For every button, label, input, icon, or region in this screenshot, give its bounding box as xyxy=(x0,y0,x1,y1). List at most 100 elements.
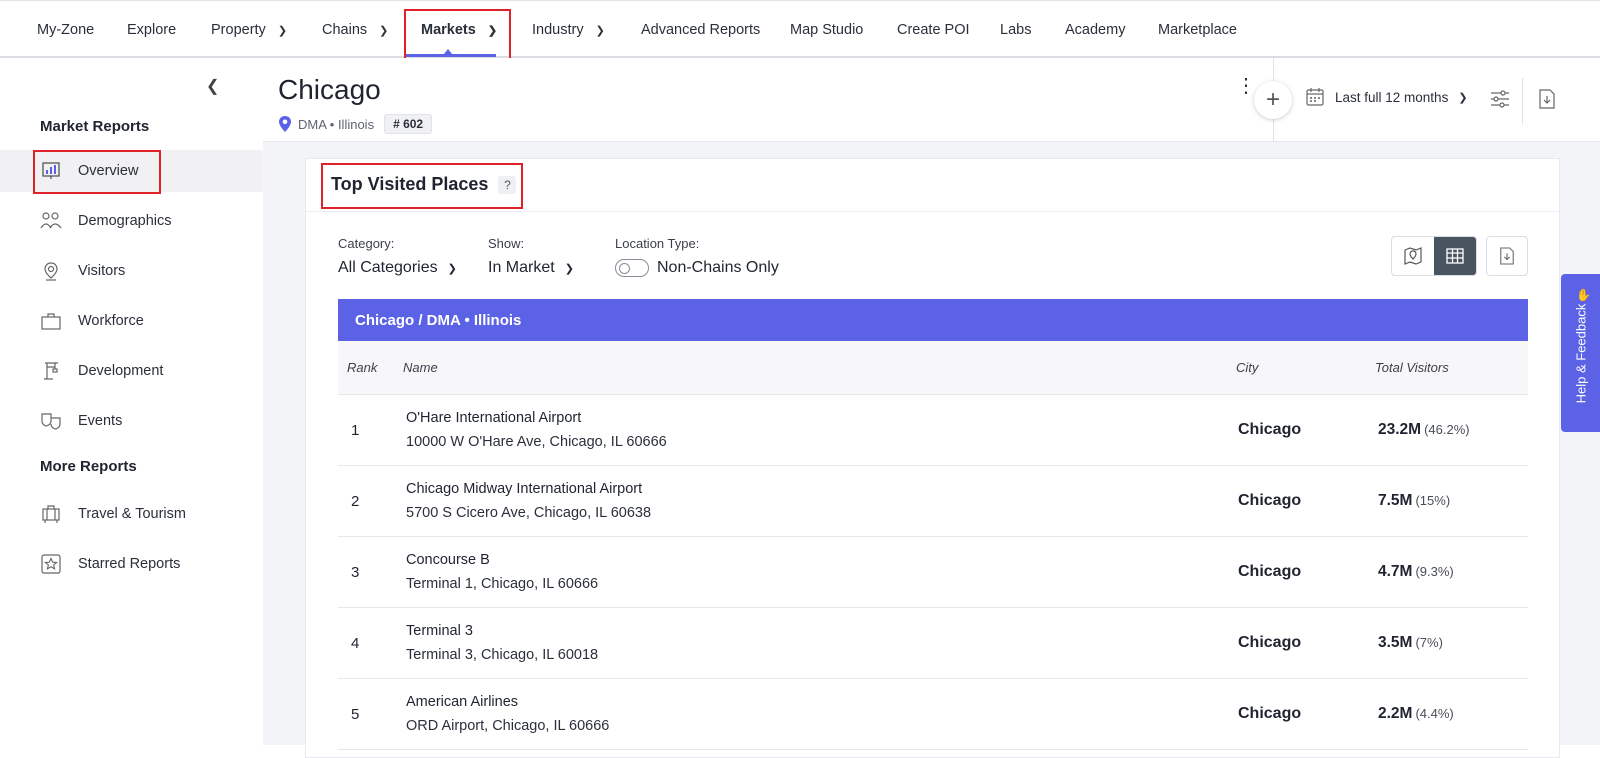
category-value: All Categories xyxy=(338,259,438,276)
star-icon xyxy=(40,553,62,575)
row-name: Terminal 3 xyxy=(406,623,473,639)
filter-settings-icon[interactable] xyxy=(1489,89,1511,114)
column-city[interactable]: City xyxy=(1236,360,1258,375)
help-question-icon[interactable]: ? xyxy=(498,175,517,194)
table-row[interactable]: 4 Terminal 3 Terminal 3, Chicago, IL 600… xyxy=(338,608,1528,679)
visitors-value: 23.2M xyxy=(1378,421,1422,438)
visitors-percent: (4.4%) xyxy=(1415,706,1454,721)
download-report-icon[interactable] xyxy=(1538,89,1556,114)
row-visitors: 4.7M (9.3%) xyxy=(1378,563,1454,581)
sidebar-item-label: Workforce xyxy=(78,313,144,329)
row-address: ORD Airport, Chicago, IL 60666 xyxy=(406,718,610,734)
table-column-header: Rank Name City Total Visitors xyxy=(338,341,1528,395)
luggage-icon xyxy=(40,503,62,525)
table-row[interactable]: 3 Concourse B Terminal 1, Chicago, IL 60… xyxy=(338,537,1528,608)
table-row[interactable]: 2 Chicago Midway International Airport 5… xyxy=(338,466,1528,537)
nav-industry[interactable]: Industry ❯ xyxy=(532,1,605,59)
date-range-picker[interactable]: Last full 12 months ❯ xyxy=(1305,87,1468,107)
location-type-value: Non-Chains Only xyxy=(657,259,779,276)
sidebar-item-demographics[interactable]: Demographics xyxy=(0,200,263,242)
row-rank: 2 xyxy=(351,493,360,510)
nav-map-studio[interactable]: Map Studio xyxy=(790,1,863,59)
visitor-pin-icon xyxy=(40,260,62,282)
nav-marketplace[interactable]: Marketplace xyxy=(1158,1,1237,59)
column-rank[interactable]: Rank xyxy=(347,360,377,375)
more-options-icon[interactable]: ⋮ xyxy=(1236,76,1256,96)
row-visitors: 7.5M (15%) xyxy=(1378,492,1450,510)
add-button[interactable]: + xyxy=(1254,81,1292,119)
nav-advanced-reports[interactable]: Advanced Reports xyxy=(641,1,760,59)
sidebar-item-development[interactable]: Development xyxy=(0,350,263,392)
more-reports-title: More Reports xyxy=(40,458,137,475)
nav-academy[interactable]: Academy xyxy=(1065,1,1125,59)
nav-label: Markets xyxy=(421,22,476,38)
sidebar-item-overview[interactable]: Overview xyxy=(0,150,263,192)
nav-create-poi[interactable]: Create POI xyxy=(897,1,970,59)
plus-icon: + xyxy=(1265,86,1280,113)
collapse-sidebar-icon[interactable]: ❮ xyxy=(206,76,219,96)
nav-labs[interactable]: Labs xyxy=(1000,1,1031,59)
nav-markets[interactable]: Markets ❯ xyxy=(421,1,497,59)
row-rank: 3 xyxy=(351,564,360,581)
download-table-button[interactable] xyxy=(1486,236,1528,276)
sidebar-item-visitors[interactable]: Visitors xyxy=(0,250,263,292)
sidebar-item-events[interactable]: Events xyxy=(0,400,263,442)
nav-label: Chains xyxy=(322,22,368,38)
row-address: Terminal 1, Chicago, IL 60666 xyxy=(406,576,599,592)
sidebar-item-workforce[interactable]: Workforce xyxy=(0,300,263,342)
row-city: Chicago xyxy=(1238,421,1302,438)
nav-label: Academy xyxy=(1065,22,1126,38)
row-address: Terminal 3, Chicago, IL 60018 xyxy=(406,647,599,663)
view-toggle-group xyxy=(1391,236,1477,276)
row-city: Chicago xyxy=(1238,634,1302,651)
waving-hand-icon: ✋ xyxy=(1576,288,1591,302)
table-row[interactable]: 1 O'Hare International Airport 10000 W O… xyxy=(338,395,1528,466)
table-title-bar: Chicago / DMA • Illinois xyxy=(338,299,1528,341)
visitors-percent: (15%) xyxy=(1415,493,1451,508)
show-dropdown[interactable]: In Market ❯ xyxy=(488,259,574,277)
market-reports-title: Market Reports xyxy=(40,118,150,135)
calendar-icon xyxy=(1306,88,1324,106)
nav-label: Property xyxy=(211,22,266,38)
chevron-down-icon: ❯ xyxy=(564,262,574,275)
nav-my-zone[interactable]: My-Zone xyxy=(37,1,94,59)
chart-icon xyxy=(40,160,62,182)
location-pin-icon xyxy=(279,116,291,132)
sidebar-item-travel-tourism[interactable]: Travel & Tourism xyxy=(0,493,263,535)
table-row[interactable]: 5 American Airlines ORD Airport, Chicago… xyxy=(338,679,1528,750)
sidebar-item-label: Events xyxy=(78,413,123,429)
active-nav-caret-icon xyxy=(444,49,452,54)
nav-label: Explore xyxy=(127,22,177,38)
row-visitors: 3.5M (7%) xyxy=(1378,634,1443,652)
map-view-button[interactable] xyxy=(1392,237,1434,275)
nav-chains[interactable]: Chains ❯ xyxy=(322,1,388,59)
active-nav-indicator xyxy=(404,54,496,57)
location-type-toggle[interactable]: Non-Chains Only xyxy=(615,259,779,277)
column-total-visitors[interactable]: Total Visitors xyxy=(1375,360,1449,375)
sidebar-item-label: Visitors xyxy=(78,263,126,279)
nav-explore[interactable]: Explore xyxy=(127,1,176,59)
row-name: Chicago Midway International Airport xyxy=(406,481,643,497)
rank-badge: # 602 xyxy=(384,114,433,134)
nav-property[interactable]: Property ❯ xyxy=(211,1,287,59)
row-city: Chicago xyxy=(1238,705,1302,722)
table-view-button[interactable] xyxy=(1434,237,1476,275)
category-label: Category: xyxy=(338,236,395,251)
sidebar-item-starred-reports[interactable]: Starred Reports xyxy=(0,543,263,585)
row-name: American Airlines xyxy=(406,694,519,710)
people-icon xyxy=(40,210,62,232)
visitors-value: 7.5M xyxy=(1378,492,1413,509)
nav-label: Create POI xyxy=(897,22,970,38)
sidebar-item-label: Travel & Tourism xyxy=(78,506,186,522)
crane-icon xyxy=(40,360,62,382)
toggle-switch[interactable] xyxy=(615,259,649,277)
column-name[interactable]: Name xyxy=(403,360,438,375)
visitors-percent: (46.2%) xyxy=(1424,422,1470,437)
category-dropdown[interactable]: All Categories ❯ xyxy=(338,259,457,277)
sidebar-item-label: Demographics xyxy=(78,213,172,229)
visitors-value: 3.5M xyxy=(1378,634,1413,651)
briefcase-icon xyxy=(40,310,62,332)
location-text: DMA • Illinois xyxy=(298,116,375,132)
row-city: Chicago xyxy=(1238,563,1302,580)
card-title: Top Visited Places ? xyxy=(331,174,517,195)
